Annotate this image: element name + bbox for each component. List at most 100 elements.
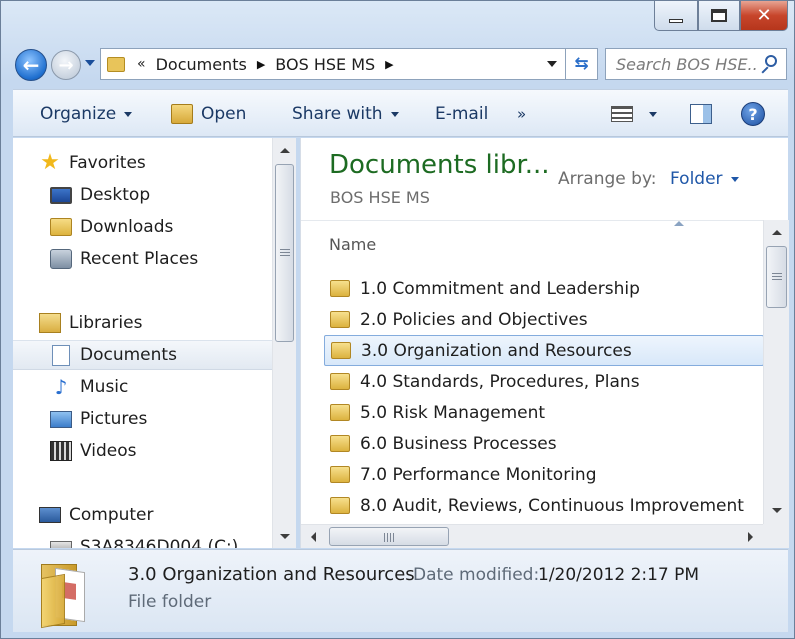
chevron-down-icon	[124, 111, 133, 117]
open-label: Open	[201, 104, 247, 124]
more-commands-label: »	[517, 105, 527, 123]
maximize-icon	[711, 9, 727, 22]
folder-name: 3.0 Organization and Resources	[361, 340, 632, 361]
file-list-vertical-scrollbar[interactable]	[763, 220, 789, 524]
arrange-by-dropdown[interactable]: Folder	[670, 169, 739, 189]
minimize-button[interactable]	[654, 1, 698, 31]
chevron-down-icon	[390, 111, 399, 117]
back-arrow-icon: ←	[22, 53, 40, 77]
change-view-button[interactable]	[611, 90, 633, 138]
folder-row[interactable]: 1.0 Commitment and Leadership	[324, 273, 764, 304]
back-button[interactable]: ←	[15, 49, 47, 81]
documents-icon	[52, 344, 70, 366]
downloads-icon	[50, 218, 72, 236]
libraries-icon	[39, 313, 61, 333]
explorer-window: ✕ ← → « Documents ▶ BOS HSE MS ▶ ⇆ Searc…	[0, 0, 795, 639]
navigation-pane-scrollbar[interactable]	[272, 138, 296, 548]
sidebar-item-pictures[interactable]: Pictures	[50, 404, 272, 434]
view-options-dropdown[interactable]	[649, 90, 657, 138]
scroll-up-icon[interactable]	[279, 148, 290, 153]
scroll-thumb[interactable]	[766, 246, 787, 308]
folder-row[interactable]: 6.0 Business Processes	[324, 428, 764, 459]
breadcrumb-arrow-icon[interactable]: ▶	[257, 58, 265, 71]
scroll-right-icon[interactable]	[748, 531, 753, 542]
share-with-button[interactable]: Share with	[292, 90, 399, 138]
breadcrumb-bos-hse-ms[interactable]: BOS HSE MS	[275, 55, 375, 74]
navigation-bar: ← → « Documents ▶ BOS HSE MS ▶ ⇆ Search …	[1, 47, 795, 83]
sort-ascending-icon	[674, 221, 684, 226]
sidebar-item-label: Favorites	[69, 153, 146, 173]
folder-icon	[330, 466, 350, 483]
sidebar-item-desktop[interactable]: Desktop	[50, 180, 272, 210]
folder-icon	[331, 342, 351, 359]
sidebar-item-label: Music	[80, 377, 129, 397]
command-bar: Organize Open Share with E-mail » ?	[13, 89, 788, 137]
sidebar-item-computer[interactable]: Computer	[39, 500, 272, 530]
sidebar-item-documents[interactable]: Documents	[13, 340, 272, 370]
computer-icon	[39, 507, 61, 523]
file-list-horizontal-scrollbar[interactable]	[301, 524, 763, 548]
refresh-button[interactable]: ⇆	[566, 48, 598, 80]
date-modified-label: Date modified:	[413, 565, 540, 585]
grip-icon	[771, 273, 782, 281]
sidebar-item-favorites[interactable]: ★ Favorites	[39, 148, 272, 178]
recent-pages-dropdown[interactable]	[85, 60, 95, 66]
sidebar-item-videos[interactable]: Videos	[50, 436, 272, 466]
arrange-by-value: Folder	[670, 169, 723, 189]
folder-row[interactable]: 5.0 Risk Management	[324, 397, 764, 428]
folder-name: 5.0 Risk Management	[360, 402, 546, 423]
preview-pane-button[interactable]	[690, 90, 712, 138]
folder-icon	[330, 404, 350, 421]
search-box[interactable]: Search BOS HSE...	[605, 48, 787, 80]
scroll-thumb[interactable]	[275, 164, 294, 342]
breadcrumb-overflow[interactable]: «	[137, 56, 146, 72]
folder-row[interactable]: 4.0 Standards, Procedures, Plans	[324, 366, 764, 397]
scroll-down-icon[interactable]	[771, 508, 782, 513]
forward-button[interactable]: →	[51, 50, 81, 80]
sidebar-item-music[interactable]: ♪ Music	[50, 372, 272, 402]
scrollbar-corner	[763, 524, 789, 548]
address-dropdown-icon[interactable]	[547, 61, 557, 67]
sidebar-item-local-disk[interactable]: S3A8346D004 (C:)	[50, 532, 272, 548]
breadcrumb-arrow-icon[interactable]: ▶	[385, 58, 393, 71]
grip-icon	[279, 249, 290, 257]
recent-places-icon	[50, 249, 72, 269]
scroll-left-icon[interactable]	[311, 531, 316, 542]
folder-row[interactable]: 2.0 Policies and Objectives	[324, 304, 764, 335]
sidebar-item-label: Desktop	[80, 185, 151, 205]
minimize-icon	[669, 18, 683, 23]
scroll-up-icon[interactable]	[771, 230, 782, 235]
folder-row[interactable]: 8.0 Audit, Reviews, Continuous Improveme…	[324, 490, 764, 521]
chevron-down-icon	[649, 111, 657, 117]
folder-name: 8.0 Audit, Reviews, Continuous Improveme…	[360, 495, 744, 516]
search-input[interactable]: Search BOS HSE...	[616, 55, 758, 74]
more-commands-button[interactable]: »	[517, 90, 526, 138]
folder-large-icon	[41, 558, 91, 629]
sidebar-item-recent-places[interactable]: Recent Places	[50, 244, 272, 274]
details-item-name: 3.0 Organization and Resources	[128, 564, 415, 585]
desktop-icon	[50, 186, 72, 204]
breadcrumb-documents[interactable]: Documents	[156, 55, 247, 74]
caption-buttons: ✕	[654, 1, 788, 31]
forward-arrow-icon: →	[58, 54, 74, 76]
address-bar[interactable]: « Documents ▶ BOS HSE MS ▶	[100, 48, 566, 80]
column-header-name[interactable]: Name	[301, 220, 763, 266]
folder-row[interactable]: 7.0 Performance Monitoring	[324, 459, 764, 490]
folder-row-selected[interactable]: 3.0 Organization and Resources	[324, 335, 764, 366]
details-pane: 3.0 Organization and Resources Date modi…	[13, 549, 788, 632]
sidebar-item-libraries[interactable]: Libraries	[39, 308, 272, 338]
sidebar-item-downloads[interactable]: Downloads	[50, 212, 272, 242]
help-button[interactable]: ?	[741, 90, 765, 138]
details-item-type: File folder	[128, 592, 212, 612]
chevron-down-icon	[730, 176, 739, 182]
email-button[interactable]: E-mail	[435, 90, 488, 138]
open-button[interactable]: Open	[171, 90, 246, 138]
sidebar-item-label: Documents	[80, 345, 177, 365]
horizontal-scroll-thumb[interactable]	[329, 527, 449, 546]
organize-button[interactable]: Organize	[40, 90, 133, 138]
maximize-button[interactable]	[698, 1, 740, 31]
close-button[interactable]: ✕	[740, 1, 788, 31]
search-icon[interactable]	[765, 55, 777, 67]
navigation-pane: ★ Favorites Desktop Downloads Recent Pla…	[13, 138, 272, 548]
scroll-down-icon[interactable]	[279, 534, 290, 539]
